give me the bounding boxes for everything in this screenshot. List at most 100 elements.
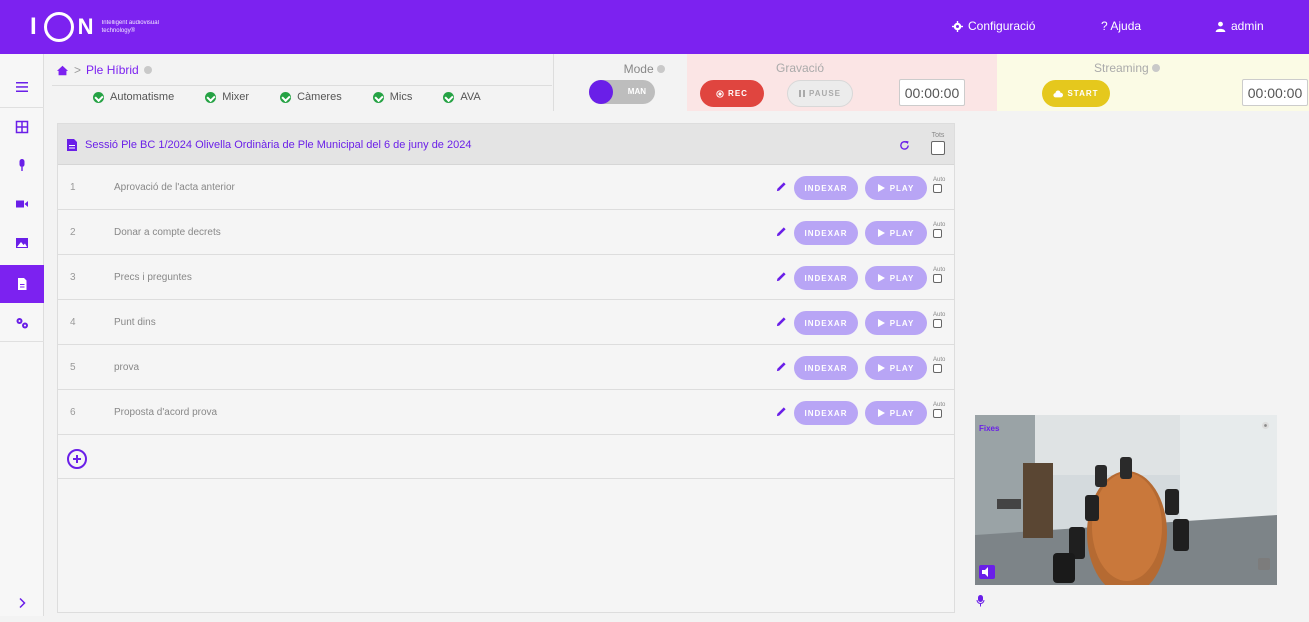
index-button[interactable]: INDEXAR: [794, 176, 858, 200]
camera-preview[interactable]: Fixes: [975, 415, 1277, 585]
refresh-icon[interactable]: [899, 140, 910, 151]
status-row: Automatisme Mixer Càmeres Mics AVA: [93, 91, 512, 103]
config-label: Configuració: [968, 19, 1036, 33]
info-icon[interactable]: [1152, 64, 1161, 72]
sidebar-item-mics[interactable]: [0, 146, 44, 184]
play-button[interactable]: PLAY: [865, 221, 927, 245]
menu-toggle[interactable]: [0, 68, 44, 106]
select-all-label: Tots: [931, 132, 945, 139]
start-stream-button[interactable]: START: [1042, 80, 1110, 107]
user-label: admin: [1231, 19, 1264, 33]
sidebar: [0, 54, 44, 616]
status-mixer: Mixer: [205, 91, 249, 103]
info-icon[interactable]: [143, 66, 152, 74]
user-menu[interactable]: admin: [1215, 19, 1264, 33]
select-all: Tots: [931, 132, 945, 155]
pencil-icon[interactable]: [776, 271, 787, 282]
auto-checkbox[interactable]: [933, 319, 942, 328]
auto-checkbox[interactable]: [933, 274, 942, 283]
auto-toggle: Auto: [933, 357, 945, 373]
status-ava: AVA: [443, 91, 481, 103]
agenda-item: 5 prova INDEXAR PLAY Auto: [58, 345, 954, 390]
auto-checkbox[interactable]: [933, 409, 942, 418]
add-item-button[interactable]: [67, 449, 87, 469]
microphone-icon: [19, 159, 25, 171]
agenda-item: 6 Proposta d'acord prova INDEXAR PLAY Au…: [58, 390, 954, 435]
auto-toggle: Auto: [933, 267, 945, 283]
auto-checkbox[interactable]: [933, 184, 942, 193]
agenda-item: 2 Donar a compte decrets INDEXAR PLAY Au…: [58, 210, 954, 255]
sidebar-item-documents[interactable]: [0, 265, 44, 303]
play-icon: [877, 319, 885, 327]
play-icon: [877, 364, 885, 372]
cogs-icon: [16, 317, 28, 328]
agenda-item: 3 Precs i preguntes INDEXAR PLAY Auto: [58, 255, 954, 300]
record-icon: [716, 89, 724, 98]
play-icon: [877, 409, 885, 417]
auto-toggle: Auto: [933, 177, 945, 193]
streaming-timer: 00:00:00: [1242, 79, 1308, 106]
pause-icon: [799, 90, 806, 97]
index-button[interactable]: INDEXAR: [794, 311, 858, 335]
select-all-checkbox[interactable]: [931, 141, 945, 155]
mode-section: Mode MAN: [553, 54, 687, 111]
chevron-right-icon: [19, 597, 26, 609]
microphone-icon[interactable]: [976, 595, 985, 607]
auto-toggle: Auto: [933, 312, 945, 328]
info-icon[interactable]: [657, 65, 665, 73]
user-icon: [1215, 21, 1226, 32]
sidebar-item-cameras[interactable]: [0, 185, 44, 223]
agenda-item: 1 Aprovació de l'acta anterior INDEXAR P…: [58, 165, 954, 210]
index-button[interactable]: INDEXAR: [794, 221, 858, 245]
cloud-upload-icon: [1053, 89, 1064, 97]
play-button[interactable]: PLAY: [865, 356, 927, 380]
play-button[interactable]: PLAY: [865, 311, 927, 335]
sidebar-expand[interactable]: [0, 584, 44, 622]
pause-button[interactable]: PAUSE: [787, 80, 853, 107]
play-icon: [877, 229, 885, 237]
pencil-icon[interactable]: [776, 181, 787, 192]
sidebar-item-dashboard[interactable]: [0, 107, 44, 145]
video-camera-icon: [16, 200, 28, 208]
sidebar-item-settings[interactable]: [0, 304, 44, 342]
breadcrumb: > Ple Híbrid: [56, 63, 152, 77]
play-icon: [877, 274, 885, 282]
check-icon: [205, 91, 217, 103]
play-button[interactable]: PLAY: [865, 266, 927, 290]
top-bar: I N Intelligent audiovisual technology® …: [0, 0, 1309, 54]
help-label: ? Ajuda: [1101, 19, 1142, 33]
add-row: [58, 436, 954, 479]
control-bar: > Ple Híbrid Automatisme Mixer Càmeres M…: [44, 54, 1309, 111]
auto-toggle: Auto: [933, 402, 945, 418]
index-button[interactable]: INDEXAR: [794, 401, 858, 425]
index-button[interactable]: INDEXAR: [794, 266, 858, 290]
auto-toggle: Auto: [933, 222, 945, 238]
home-icon[interactable]: [56, 65, 69, 76]
pencil-icon[interactable]: [776, 406, 787, 417]
page-title: Ple Híbrid: [86, 63, 139, 77]
rec-button[interactable]: REC: [700, 80, 764, 107]
pencil-icon[interactable]: [776, 226, 787, 237]
pencil-icon[interactable]: [776, 316, 787, 327]
agenda-panel: Sessió Ple BC 1/2024 Olivella Ordinària …: [57, 123, 955, 613]
play-button[interactable]: PLAY: [865, 401, 927, 425]
session-header: Sessió Ple BC 1/2024 Olivella Ordinària …: [58, 124, 954, 165]
mode-toggle[interactable]: MAN: [589, 80, 655, 104]
mode-label: Mode: [623, 62, 654, 76]
index-button[interactable]: INDEXAR: [794, 356, 858, 380]
document-icon: [67, 139, 77, 151]
recording-label: Gravació: [776, 61, 825, 75]
sidebar-item-images[interactable]: [0, 224, 44, 262]
help-link[interactable]: ? Ajuda: [1101, 19, 1141, 33]
pencil-icon[interactable]: [776, 361, 787, 372]
volume-icon[interactable]: [979, 565, 995, 579]
play-button[interactable]: PLAY: [865, 176, 927, 200]
auto-checkbox[interactable]: [933, 229, 942, 238]
settings-icon[interactable]: [1261, 421, 1270, 430]
mode-value: MAN: [627, 87, 646, 96]
image-icon: [16, 238, 28, 248]
recording-section: Gravació REC PAUSE 00:00:00: [687, 54, 997, 111]
config-link[interactable]: Configuració: [952, 19, 1035, 33]
agenda-item: 4 Punt dins INDEXAR PLAY Auto: [58, 300, 954, 345]
auto-checkbox[interactable]: [933, 364, 942, 373]
